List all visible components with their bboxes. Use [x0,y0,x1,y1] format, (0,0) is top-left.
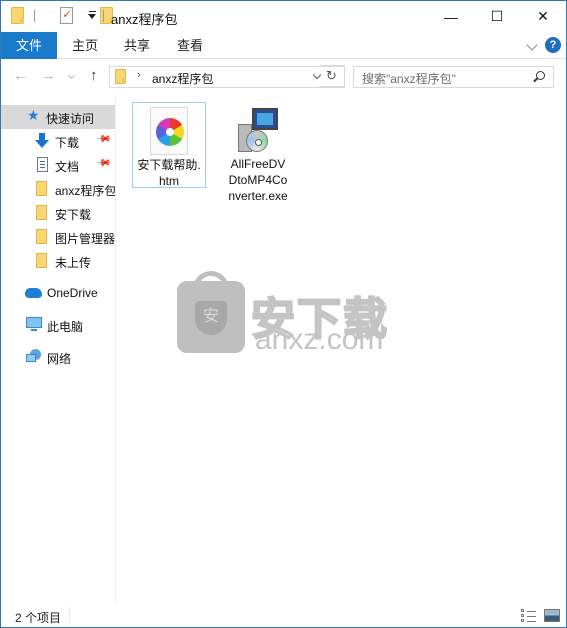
sidebar-item-label: 网络 [47,352,72,366]
sidebar-item-network[interactable]: 网络 [1,345,115,369]
minimize-button[interactable]: — [428,1,474,32]
folder-icon [36,253,47,268]
onedrive-icon [25,288,42,298]
sidebar-item-this-pc[interactable]: 此电脑 [1,313,115,337]
sidebar-item-downloads[interactable]: 下载 📌 [1,129,115,153]
file-item[interactable]: AllFreeDVDtoMP4Converter.exe [221,102,295,204]
address-bar[interactable]: › anxz程序包 [109,66,345,88]
sidebar-item-label: 未上传 [55,256,92,270]
sidebar-item-anxz[interactable]: anxz程序包 [1,177,115,201]
recent-locations-chevron-icon[interactable] [67,71,76,80]
search-icon[interactable] [536,71,545,80]
sidebar-item-label: 图片管理器 [55,232,115,246]
file-name: 安下载帮助.htm [137,158,201,188]
sidebar-item-label: 此电脑 [47,320,84,334]
customize-toolbar-dropdown-icon[interactable] [88,11,97,21]
sidebar-item-onedrive[interactable]: OneDrive [1,281,115,305]
sidebar-item-label: OneDrive [47,286,98,300]
sidebar-item-quick-access[interactable]: ★ 快速访问 [1,105,115,129]
search-placeholder: 搜索"anxz程序包" [362,72,456,86]
download-icon [35,133,49,149]
sidebar-item-label: 安下载 [55,208,92,222]
pin-icon: 📌 [94,155,112,172]
sidebar-item-label: 快速访问 [46,112,95,126]
tab-home[interactable]: 主页 [63,32,107,59]
help-icon[interactable]: ? [545,37,561,53]
file-name: AllFreeDVDtoMP4Converter.exe [228,157,288,203]
star-icon: ★ [27,107,40,123]
address-folder-icon [115,69,126,84]
sidebar-item-label: 文档 [55,160,80,174]
ribbon-tabs: 文件 主页 共享 查看 ? [1,32,566,59]
window-title: anxz程序包 [111,12,178,27]
navigation-bar: ← → ↑ › anxz程序包 搜索"anxz程序包" [1,60,566,96]
file-item[interactable]: 安下载帮助.htm [132,102,206,188]
status-bar: 2 个项目 [1,602,566,627]
folder-icon [36,181,47,196]
sidebar-item-not-uploaded[interactable]: 未上传 [1,249,115,273]
pin-icon: 📌 [94,131,112,148]
breadcrumb-segment[interactable]: anxz程序包 [152,70,213,87]
search-input[interactable]: 搜索"anxz程序包" [353,66,554,88]
breadcrumb-separator-icon[interactable]: › [137,69,141,81]
watermark-shield-icon: 安 [195,301,227,335]
forward-button[interactable]: → [41,67,56,84]
installer-exe-icon [234,106,282,154]
large-icons-view-icon[interactable] [544,609,560,622]
item-count: 2 个项目 [15,611,62,625]
folder-icon [11,7,24,24]
navigation-pane: ★ 快速访问 下载 📌 文档 📌 anxz程序包 安下载 图片管理器 未上传 O… [1,96,116,602]
status-separator [69,607,70,623]
computer-icon [26,317,42,331]
sidebar-item-label: anxz程序包 [55,184,115,198]
document-icon [37,157,48,172]
back-button[interactable]: ← [13,67,28,84]
htm-file-icon [150,107,188,155]
details-view-icon[interactable] [521,609,537,622]
tab-view[interactable]: 查看 [168,32,212,59]
folder-icon [36,205,47,220]
up-button[interactable]: ↑ [90,67,98,84]
title-bar: anxz程序包 — ☐ ✕ [1,1,566,32]
title-separator [103,10,104,22]
watermark-brand-en: anxz.com [255,323,384,356]
expand-ribbon-chevron-icon[interactable] [526,39,538,51]
refresh-button[interactable]: ↻ [319,65,345,87]
sidebar-item-label: 下载 [55,136,80,150]
sidebar-item-image-manager[interactable]: 图片管理器 [1,225,115,249]
sidebar-item-documents[interactable]: 文档 📌 [1,153,115,177]
folder-icon [36,229,47,244]
network-icon [26,349,42,363]
maximize-button[interactable]: ☐ [474,1,520,32]
explorer-window: anxz程序包 — ☐ ✕ 文件 主页 共享 查看 ? ← → ↑ › anxz… [0,0,567,628]
sidebar-item-anxiazai[interactable]: 安下载 [1,201,115,225]
properties-icon[interactable] [60,7,74,24]
quick-access-separator [34,10,35,22]
watermark: 安 安下载 anxz.com [177,271,397,361]
close-button[interactable]: ✕ [520,1,566,32]
tab-share[interactable]: 共享 [115,32,159,59]
tab-file[interactable]: 文件 [1,32,57,59]
